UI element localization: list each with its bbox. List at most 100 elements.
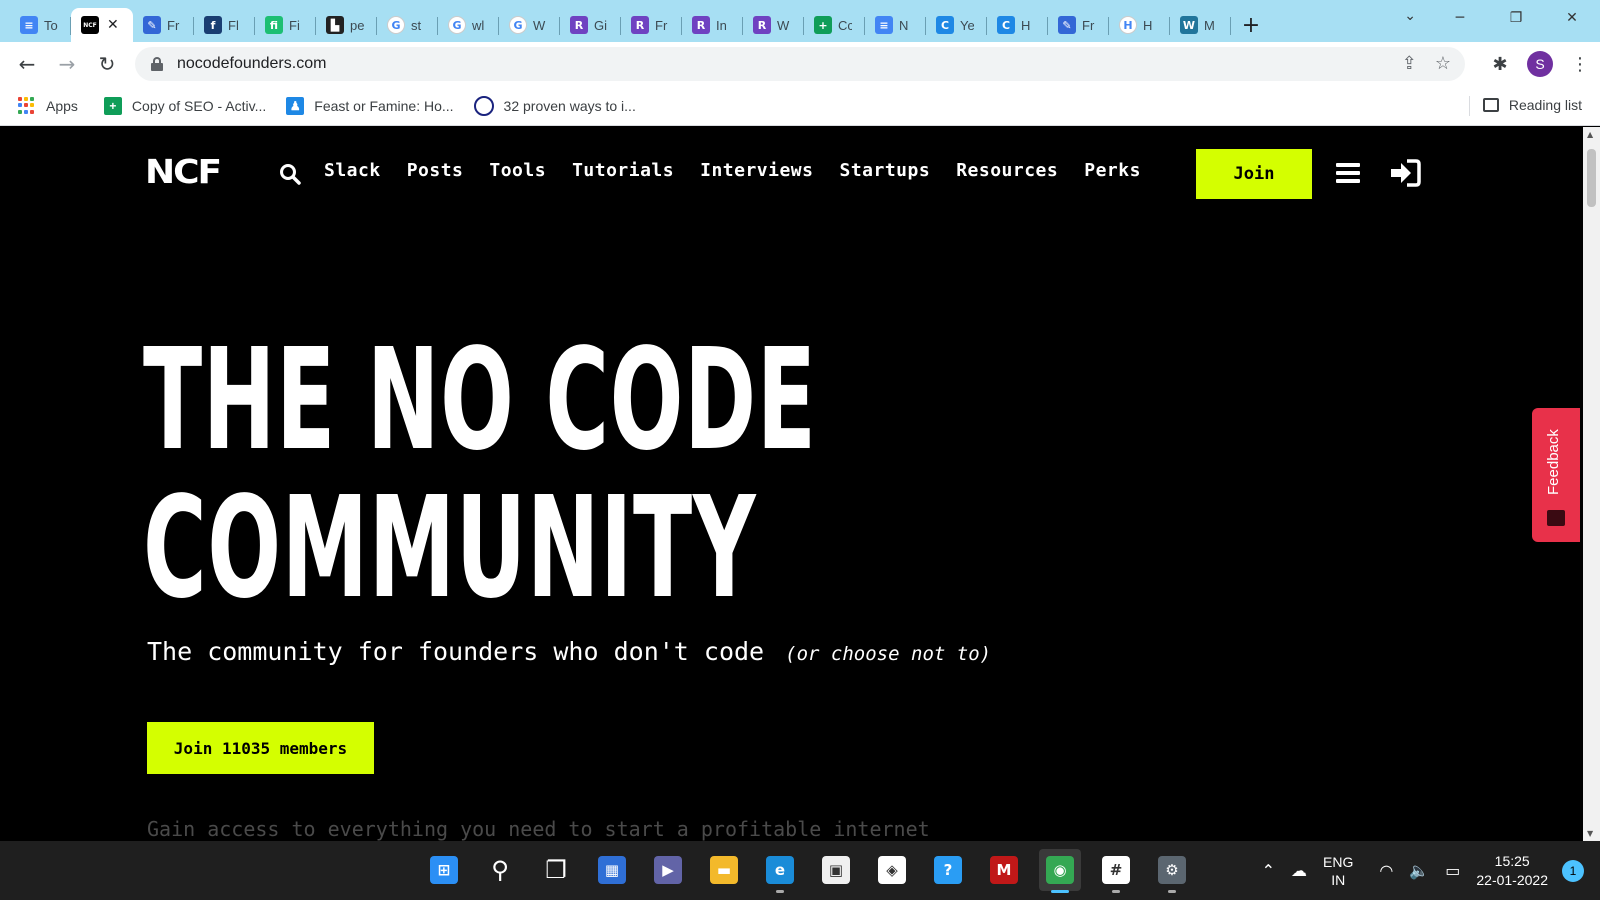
window-controls: ─ ❐ ✕ bbox=[1432, 0, 1600, 36]
browser-tab[interactable]: CH bbox=[987, 8, 1048, 42]
back-icon[interactable]: ← bbox=[7, 44, 47, 84]
browser-tab[interactable]: NCF ✕ bbox=[71, 8, 133, 42]
taskbar-app[interactable]: M bbox=[983, 849, 1025, 891]
taskbar-apps: ⊞ ⚲ ❐ ▦ ▶ ▬ e ▣ ◈? M ◉ # ⚙ bbox=[423, 849, 1193, 893]
tab-search-icon[interactable]: ⌄ bbox=[1404, 8, 1416, 24]
ncf-logo[interactable]: NCF bbox=[145, 154, 222, 192]
nav-tutorials[interactable]: Tutorials bbox=[572, 160, 674, 181]
clock-time: 15:25 bbox=[1494, 852, 1530, 869]
forward-icon[interactable]: → bbox=[47, 44, 87, 84]
bookmark-32-ways[interactable]: 32 proven ways to i... bbox=[473, 95, 636, 116]
minimize-icon[interactable]: ─ bbox=[1432, 0, 1488, 36]
nav-resources[interactable]: Resources bbox=[956, 160, 1058, 181]
bookmark-seo-sheet[interactable]: + Copy of SEO - Activ... bbox=[103, 96, 266, 115]
language-indicator[interactable]: ENG IN bbox=[1323, 853, 1353, 889]
reading-list-button[interactable]: Reading list bbox=[1482, 97, 1582, 113]
volume-icon[interactable]: 🔈 bbox=[1409, 861, 1429, 880]
taskbar-app[interactable]: ◉ bbox=[1039, 849, 1081, 893]
browser-tab[interactable]: GW bbox=[499, 8, 560, 42]
menu-kebab-icon[interactable]: ⋮ bbox=[1560, 44, 1600, 84]
feedback-tab[interactable]: Feedback bbox=[1532, 408, 1580, 542]
new-tab-button[interactable]: + bbox=[1231, 8, 1271, 42]
restore-icon[interactable]: ❐ bbox=[1488, 0, 1544, 36]
taskbar-app[interactable]: ⚙ bbox=[1151, 849, 1193, 893]
lock-icon[interactable] bbox=[151, 57, 163, 71]
mcafee-icon: M bbox=[990, 856, 1018, 884]
browser-tab[interactable]: C Ye bbox=[926, 8, 987, 42]
browser-tab[interactable]: WM bbox=[1170, 8, 1231, 42]
login-icon[interactable] bbox=[1389, 159, 1421, 187]
close-tab-icon[interactable]: ✕ bbox=[107, 17, 119, 33]
browser-tab[interactable]: ✎ Fr bbox=[133, 8, 194, 42]
bookmark-apps[interactable]: Apps bbox=[18, 96, 78, 115]
browser-tab[interactable]: R Gi bbox=[560, 8, 621, 42]
share-icon[interactable]: ⇪ bbox=[1402, 53, 1417, 74]
nav-interviews[interactable]: Interviews bbox=[700, 160, 813, 181]
nav-startups[interactable]: Startups bbox=[839, 160, 930, 181]
wifi-icon[interactable]: ◠ bbox=[1379, 861, 1393, 880]
close-window-icon[interactable]: ✕ bbox=[1544, 0, 1600, 36]
join-button[interactable]: Join bbox=[1196, 149, 1312, 199]
taskbar-app[interactable]: ? bbox=[927, 849, 969, 891]
browser-tab[interactable]: fi Fi bbox=[255, 8, 316, 42]
address-bar[interactable]: nocodefounders.com ⇪ ☆ bbox=[135, 47, 1465, 81]
browser-tab[interactable]: HH bbox=[1109, 8, 1170, 42]
browser-tab[interactable]: R Fr bbox=[621, 8, 682, 42]
taskbar-app[interactable]: ❐ bbox=[535, 849, 577, 891]
hamburger-menu-icon[interactable] bbox=[1336, 163, 1360, 183]
bookmark-star-icon[interactable]: ☆ bbox=[1435, 53, 1451, 74]
browser-tab[interactable]: Gst bbox=[377, 8, 438, 42]
hero-subtitle: The community for founders who don't cod… bbox=[147, 637, 991, 666]
nav-tools[interactable]: Tools bbox=[489, 160, 546, 181]
taskbar-app[interactable]: ▦ bbox=[591, 849, 633, 891]
ncf-icon: NCF bbox=[81, 16, 99, 34]
scrollbar-thumb[interactable] bbox=[1587, 149, 1596, 207]
nav-slack[interactable]: Slack bbox=[324, 160, 381, 181]
browser-tab[interactable]: ▙ pe bbox=[316, 8, 377, 42]
system-tray: ⌃ ☁ ENG IN ◠ 🔈 ▭ 15:25 22-01-2022 1 bbox=[1262, 841, 1600, 900]
tab-title: To bbox=[44, 17, 58, 33]
scroll-up-icon[interactable]: ▲ bbox=[1587, 130, 1593, 139]
profile-avatar[interactable]: S bbox=[1520, 44, 1560, 84]
wordpress-icon: W bbox=[1180, 16, 1198, 34]
c-icon: C bbox=[997, 16, 1015, 34]
notification-badge[interactable]: 1 bbox=[1562, 859, 1584, 882]
browser-tab[interactable]: ✎ Fr bbox=[1048, 8, 1109, 42]
browser-tab[interactable]: ≡ N bbox=[865, 8, 926, 42]
taskbar-app[interactable]: # bbox=[1095, 849, 1137, 893]
tab-title: pe bbox=[350, 17, 364, 33]
browser-tab[interactable]: R In bbox=[682, 8, 743, 42]
edge-icon: e bbox=[766, 856, 794, 884]
join-members-button[interactable]: Join 11035 members bbox=[147, 722, 374, 774]
taskbar-app[interactable]: ⚲ bbox=[479, 849, 521, 891]
subtitle-text: The community for founders who don't cod… bbox=[147, 637, 765, 666]
page-scrollbar[interactable]: ▲ ▼ bbox=[1583, 127, 1600, 841]
nav-perks[interactable]: Perks bbox=[1084, 160, 1141, 181]
browser-tab[interactable]: f Fl bbox=[194, 8, 255, 42]
search-icon: ⚲ bbox=[491, 856, 509, 884]
browser-tab[interactable]: RW bbox=[743, 8, 804, 42]
taskbar-app[interactable]: ▬ bbox=[703, 849, 745, 891]
taskbar-app[interactable]: e bbox=[759, 849, 801, 893]
extensions-icon[interactable]: ✱ bbox=[1480, 44, 1520, 84]
browser-tab[interactable]: ≡ To bbox=[10, 8, 71, 42]
clock-date: 22-01-2022 bbox=[1476, 871, 1548, 888]
battery-icon[interactable]: ▭ bbox=[1445, 861, 1460, 880]
r-icon: R bbox=[631, 16, 649, 34]
taskbar-app[interactable]: ▣ bbox=[815, 849, 857, 891]
onedrive-icon[interactable]: ☁ bbox=[1291, 861, 1307, 880]
browser-tab[interactable]: + Cc bbox=[804, 8, 865, 42]
reload-icon[interactable]: ↻ bbox=[87, 44, 127, 84]
taskbar-app[interactable]: ⊞ bbox=[423, 849, 465, 891]
browser-tab[interactable]: Gwl bbox=[438, 8, 499, 42]
scroll-down-icon[interactable]: ▼ bbox=[1587, 829, 1593, 838]
tray-overflow-icon[interactable]: ⌃ bbox=[1262, 861, 1275, 880]
bookmark-feast-famine[interactable]: ♟ Feast or Famine: Ho... bbox=[286, 96, 454, 115]
url-text[interactable]: nocodefounders.com bbox=[177, 55, 326, 73]
taskbar-app[interactable]: ▶ bbox=[647, 849, 689, 891]
nav-posts[interactable]: Posts bbox=[407, 160, 464, 181]
taskbar-app[interactable]: ◈ bbox=[871, 849, 913, 891]
sheets-icon: + bbox=[814, 16, 832, 34]
clock[interactable]: 15:25 22-01-2022 bbox=[1476, 852, 1548, 890]
search-icon[interactable] bbox=[279, 163, 301, 185]
